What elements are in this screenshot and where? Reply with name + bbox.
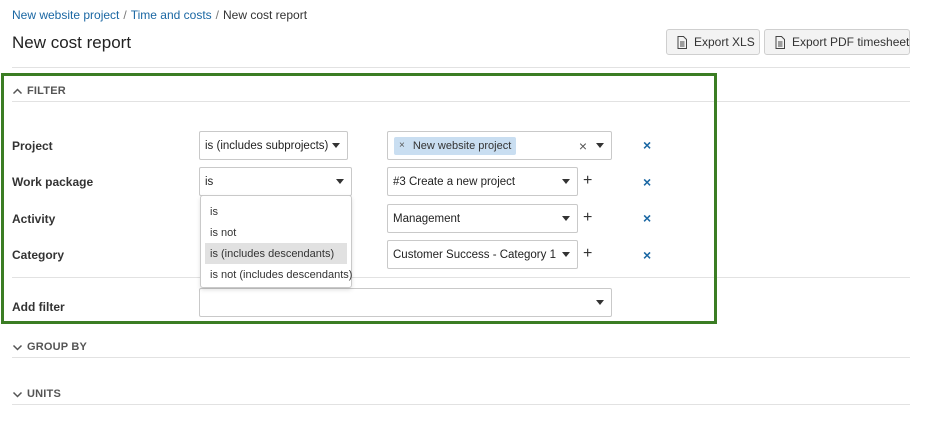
chevron-down-icon <box>12 389 23 400</box>
breadcrumb-separator: / <box>215 8 219 22</box>
breadcrumb-current: New cost report <box>223 8 308 22</box>
document-icon <box>775 35 785 49</box>
export-xls-label: Export XLS <box>694 35 755 49</box>
breadcrumb-separator: / <box>123 8 127 22</box>
group-by-section-toggle[interactable]: GROUP BY <box>12 341 910 358</box>
group-by-section-title: GROUP BY <box>27 341 88 353</box>
dropdown-option-is-not[interactable]: is not <box>205 222 347 243</box>
dropdown-option-is[interactable]: is <box>205 201 347 222</box>
export-pdf-label: Export PDF timesheet <box>792 35 910 49</box>
document-icon <box>677 35 687 49</box>
export-pdf-button[interactable]: Export PDF timesheet <box>764 29 910 55</box>
operator-dropdown-menu: is is not is (includes descendants) is n… <box>200 195 352 288</box>
breadcrumb-project-link[interactable]: New website project <box>12 8 119 22</box>
breadcrumb-time-costs-link[interactable]: Time and costs <box>131 8 212 22</box>
chevron-down-icon <box>12 342 23 353</box>
filter-highlight-frame <box>1 73 717 324</box>
breadcrumb: New website project / Time and costs / New c… <box>12 8 307 22</box>
dropdown-option-is-includes-descendants[interactable]: is (includes descendants) <box>205 243 347 264</box>
units-section-title: UNITS <box>27 388 61 400</box>
dropdown-option-is-not-includes-descendants[interactable]: is not (includes descendants) <box>205 264 352 285</box>
header-divider <box>12 67 910 68</box>
units-section-toggle[interactable]: UNITS <box>12 388 910 405</box>
export-xls-button[interactable]: Export XLS <box>666 29 760 55</box>
page-title: New cost report <box>12 33 132 52</box>
